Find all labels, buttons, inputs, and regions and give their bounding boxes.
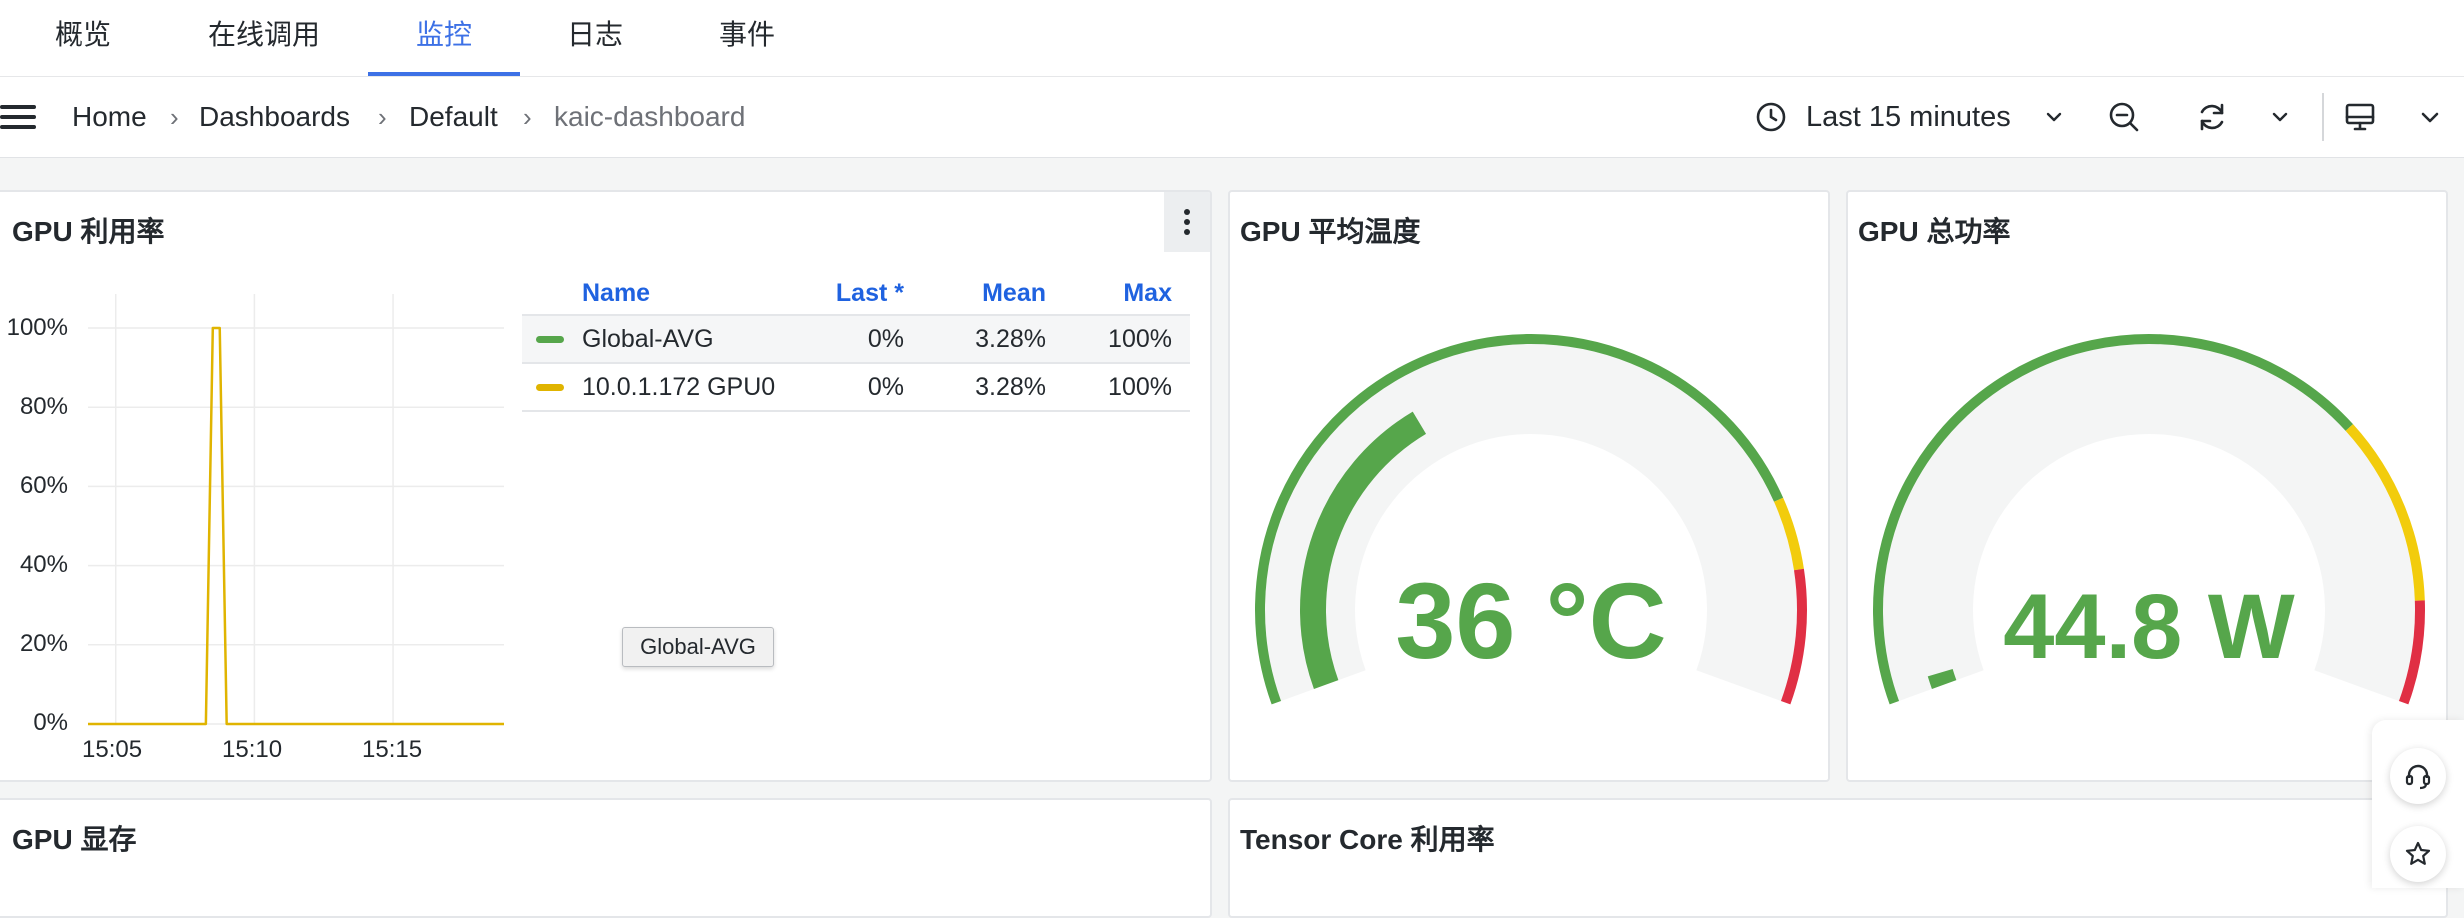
legend-header-max[interactable]: Max <box>1072 272 1172 314</box>
breadcrumb-default[interactable]: Default <box>409 97 498 137</box>
series-line <box>88 326 504 726</box>
series-color-swatch <box>536 384 564 391</box>
legend-max-value: 100% <box>1108 373 1172 401</box>
panel-gpu-avg-temperature: GPU 平均温度 36 °C <box>1228 190 1830 782</box>
panel-title: Tensor Core 利用率 <box>1240 824 1495 855</box>
legend-last-value: 0% <box>867 325 904 353</box>
tab-logs[interactable]: 日志 <box>552 0 638 76</box>
legend-header-mean[interactable]: Mean <box>936 272 1046 314</box>
series-color-swatch <box>536 336 564 343</box>
star-icon[interactable] <box>2390 826 2446 882</box>
panel-gpu-utilization: GPU 利用率 100% 80% 60% 40% 20% 0% 15:05 15… <box>0 190 1212 782</box>
dashboard-navbar: Home › Dashboards › Default › kaic-dashb… <box>0 77 2464 158</box>
refresh-icon[interactable] <box>2190 95 2234 139</box>
tv-mode-icon[interactable] <box>2338 95 2382 139</box>
legend-tooltip: Global-AVG <box>622 627 774 667</box>
tab-overview[interactable]: 概览 <box>40 0 126 76</box>
zoom-out-icon[interactable] <box>2102 95 2146 139</box>
legend-series-name[interactable]: 10.0.1.172 GPU0 <box>582 364 775 410</box>
gauge-value-text: 36 °C <box>1395 560 1666 681</box>
tab-online-call[interactable]: 在线调用 <box>196 0 332 76</box>
hamburger-icon[interactable] <box>0 105 36 129</box>
legend-max-value: 100% <box>1108 325 1172 353</box>
chevron-right-icon: › <box>523 102 532 132</box>
refresh-interval-chevron-icon[interactable] <box>2258 95 2302 139</box>
legend-header-last[interactable]: Last * <box>814 272 904 314</box>
toolbar-divider <box>2322 93 2324 141</box>
top-tab-bar: 概览 在线调用 监控 日志 事件 <box>0 0 2464 77</box>
power-gauge: 44.8 W <box>1873 334 2425 705</box>
tab-monitoring[interactable]: 监控 <box>368 0 520 76</box>
breadcrumb-home[interactable]: Home <box>72 97 147 137</box>
gauge-value-text: 44.8 W <box>2003 576 2295 678</box>
legend-series-name[interactable]: Global-AVG <box>582 316 714 362</box>
legend-last-value: 0% <box>867 373 904 401</box>
temperature-gauge: 36 °C <box>1255 334 1807 705</box>
panel-gpu-total-power: GPU 总功率 44.8 W <box>1846 190 2448 782</box>
legend-row[interactable]: Global-AVG 0% 3.28% 100% <box>522 314 1190 364</box>
headset-icon[interactable] <box>2390 748 2446 804</box>
legend-mean-value: 3.28% <box>975 325 1046 353</box>
gpu-utilization-chart <box>88 294 504 726</box>
legend-header-name[interactable]: Name <box>582 272 650 314</box>
legend-mean-value: 3.28% <box>975 373 1046 401</box>
legend-row[interactable]: 10.0.1.172 GPU0 0% 3.28% 100% <box>522 364 1190 412</box>
breadcrumb-current-dashboard: kaic-dashboard <box>554 101 746 132</box>
floating-action-strip <box>2372 720 2464 888</box>
breadcrumb-dashboards[interactable]: Dashboards <box>199 97 350 137</box>
panel-tensor-core-utilization: Tensor Core 利用率 <box>1228 798 2448 918</box>
panel-title: GPU 显存 <box>12 824 137 855</box>
panel-gpu-memory: GPU 显存 <box>0 798 1212 918</box>
panel-menu-kebab-icon[interactable] <box>1164 192 1210 252</box>
chevron-right-icon: › <box>378 102 387 132</box>
clock-icon[interactable] <box>1749 95 1793 139</box>
time-range-picker[interactable]: Last 15 minutes <box>1806 97 2011 137</box>
tab-events[interactable]: 事件 <box>704 0 790 76</box>
chevron-down-icon[interactable] <box>2032 95 2076 139</box>
view-mode-chevron-icon[interactable] <box>2408 95 2452 139</box>
gauge-value-arc <box>1927 668 1957 690</box>
chevron-right-icon: › <box>170 102 179 132</box>
